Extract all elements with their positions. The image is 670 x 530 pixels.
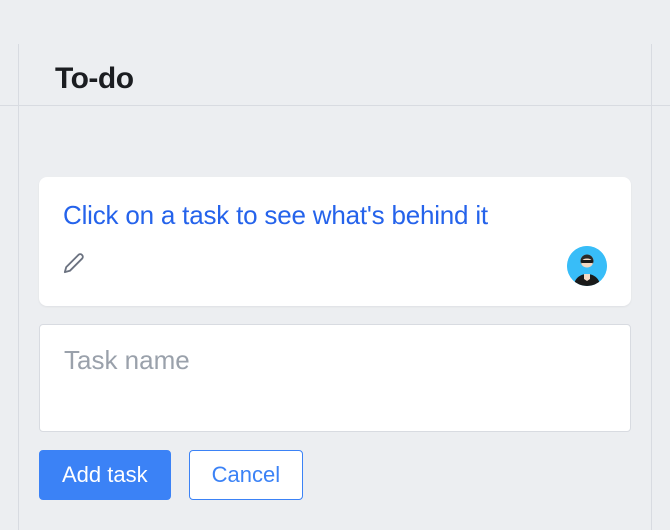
button-row: Add task Cancel [39, 450, 631, 501]
task-meta-row [63, 246, 607, 286]
add-task-button[interactable]: Add task [39, 450, 171, 501]
column-title: To-do [19, 44, 651, 96]
todo-column: To-do Click on a task to see what's behi… [18, 44, 652, 530]
task-card[interactable]: Click on a task to see what's behind it [39, 177, 631, 306]
cancel-button[interactable]: Cancel [189, 450, 303, 501]
edit-icon[interactable] [63, 252, 85, 279]
avatar[interactable] [567, 246, 607, 286]
column-content: Click on a task to see what's behind it [19, 96, 651, 500]
task-name-input[interactable] [64, 345, 606, 376]
task-title: Click on a task to see what's behind it [63, 199, 607, 232]
new-task-card [39, 324, 631, 432]
